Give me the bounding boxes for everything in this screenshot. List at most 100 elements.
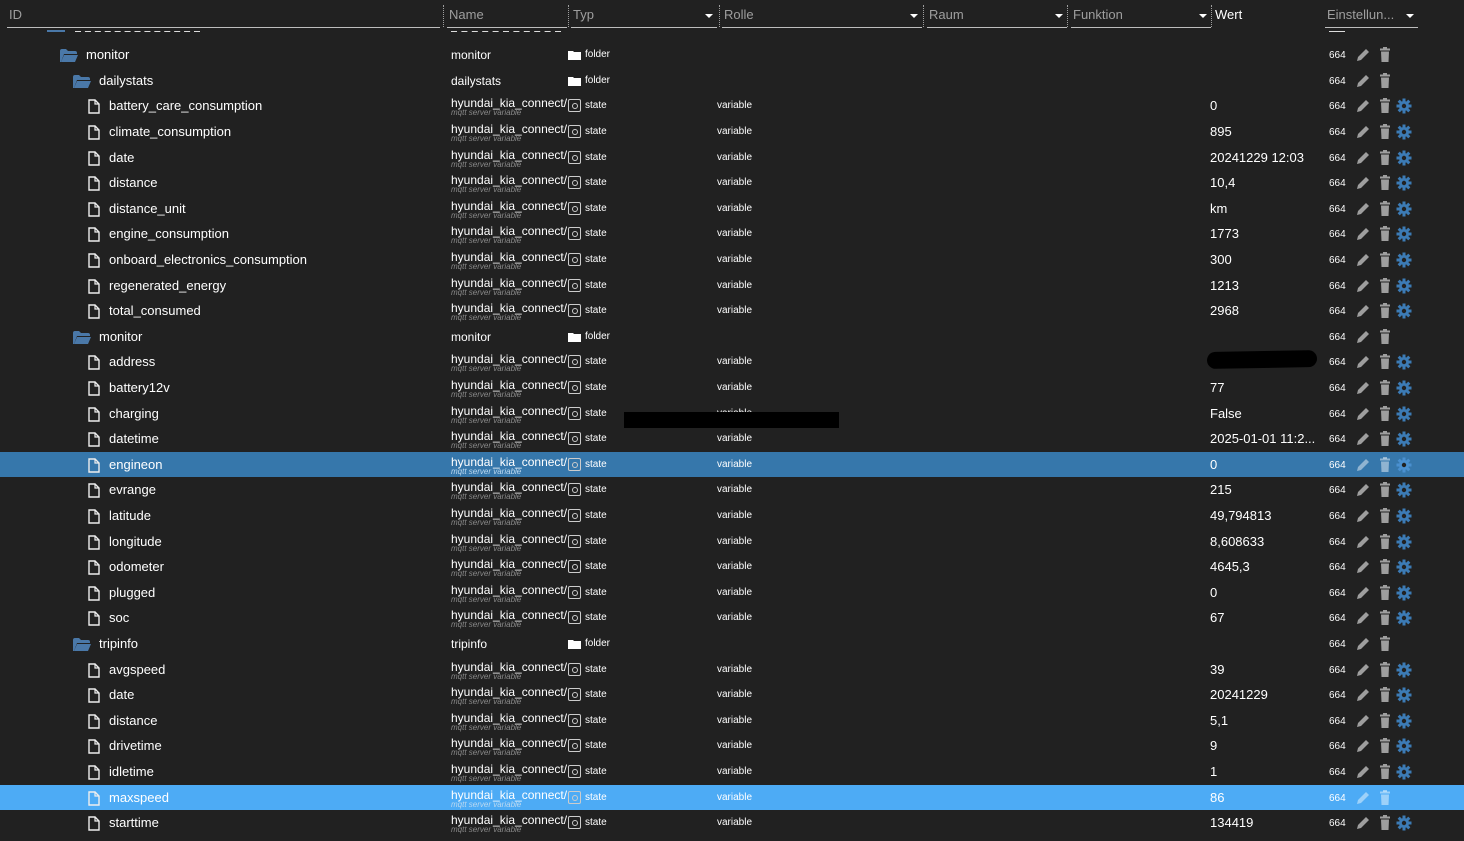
tree-state-row[interactable]: maxspeed hyundai_kia_connect/KI mqtt serve… [0,785,1464,810]
id-cell[interactable]: avgspeed [88,657,165,682]
tree-state-row[interactable]: engineon hyundai_kia_connect/KI mqtt serve… [0,452,1464,477]
settings-gear-icon[interactable] [1396,201,1412,217]
edit-icon[interactable] [1355,508,1371,524]
settings-gear-icon[interactable] [1396,303,1412,319]
folder-open-icon[interactable] [60,48,78,62]
edit-icon[interactable] [1355,585,1371,601]
edit-icon[interactable] [1355,457,1371,473]
tree-state-row[interactable]: onboard_electronics_consumption hyundai_k… [0,247,1464,272]
tree-state-row[interactable]: latitude hyundai_kia_connect/KI mqtt serve… [0,503,1464,528]
tree-state-row[interactable]: distance hyundai_kia_connect/KI mqtt serve… [0,170,1464,195]
delete-icon[interactable] [1377,534,1393,550]
tree-state-row[interactable]: longitude hyundai_kia_connect/KI mqtt serv… [0,529,1464,554]
settings-gear-icon[interactable] [1396,226,1412,242]
object-value[interactable]: 5,1 [1210,713,1228,728]
dropdown-caret-icon[interactable] [1406,14,1414,18]
id-cell[interactable]: datetime [88,426,159,451]
edit-icon[interactable] [1355,687,1371,703]
object-value[interactable]: 300 [1210,252,1232,267]
object-value[interactable]: 0 [1210,585,1217,600]
dropdown-caret-icon[interactable] [1199,14,1207,18]
tree-state-row[interactable]: plugged hyundai_kia_connect/KI mqtt server… [0,580,1464,605]
settings-gear-icon[interactable] [1396,354,1412,370]
settings-gear-icon[interactable] [1396,508,1412,524]
delete-icon[interactable] [1377,150,1393,166]
edit-icon[interactable] [1355,329,1371,345]
object-value[interactable]: 134419 [1210,815,1253,830]
tree-folder-row[interactable]: monitor monitor folder 664 [0,324,1464,349]
tree-state-row[interactable]: engine_consumption hyundai_kia_connect/KI… [0,221,1464,246]
delete-icon[interactable] [1377,764,1393,780]
tree-state-row[interactable]: battery_care_consumption hyundai_kia_conn… [0,93,1464,118]
id-cell[interactable]: distance [88,708,157,733]
settings-gear-icon[interactable] [1396,380,1412,396]
settings-gear-icon[interactable] [1396,98,1412,114]
settings-gear-icon[interactable] [1396,738,1412,754]
object-value[interactable]: 9 [1210,738,1217,753]
object-value[interactable]: 49,794813 [1210,508,1271,523]
id-cell[interactable]: monitor [73,324,142,349]
id-cell[interactable]: maxspeed [88,785,169,810]
delete-icon[interactable] [1377,713,1393,729]
settings-gear-icon[interactable] [1396,585,1412,601]
settings-gear-icon[interactable] [1396,687,1412,703]
column-resizer[interactable] [1067,5,1068,27]
id-cell[interactable]: address [88,349,155,374]
edit-icon[interactable] [1355,764,1371,780]
delete-icon[interactable] [1377,790,1393,806]
tree-state-row[interactable]: date hyundai_kia_connect/KI mqtt server va… [0,682,1464,707]
column-resizer[interactable] [443,5,444,27]
delete-icon[interactable] [1377,329,1393,345]
tree-state-row[interactable]: drivetime hyundai_kia_connect/KI mqtt serv… [0,733,1464,758]
delete-icon[interactable] [1377,201,1393,217]
edit-icon[interactable] [1355,636,1371,652]
delete-icon[interactable] [1377,662,1393,678]
delete-icon[interactable] [1377,124,1393,140]
delete-icon[interactable] [1377,610,1393,626]
edit-icon[interactable] [1355,380,1371,396]
id-cell[interactable]: charging [88,401,159,426]
id-cell[interactable]: climate_consumption [88,119,231,144]
edit-icon[interactable] [1355,73,1371,89]
delete-icon[interactable] [1377,431,1393,447]
id-cell[interactable]: distance_unit [88,196,186,221]
id-cell[interactable]: idletime [88,759,154,784]
column-header-function[interactable]: Funktion [1071,5,1211,28]
delete-icon[interactable] [1377,559,1393,575]
edit-icon[interactable] [1355,201,1371,217]
id-cell[interactable]: date [88,145,134,170]
object-value[interactable]: km [1210,201,1227,216]
edit-icon[interactable] [1355,354,1371,370]
column-resizer[interactable] [923,5,924,27]
folder-open-icon[interactable] [73,74,91,88]
edit-icon[interactable] [1355,124,1371,140]
edit-icon[interactable] [1355,431,1371,447]
edit-icon[interactable] [1355,790,1371,806]
folder-open-icon[interactable] [73,637,91,651]
object-value[interactable]: 1 [1210,764,1217,779]
edit-icon[interactable] [1355,252,1371,268]
settings-gear-icon[interactable] [1396,559,1412,575]
edit-icon[interactable] [1355,303,1371,319]
object-value[interactable]: 0 [1210,98,1217,113]
column-header-role[interactable]: Rolle [722,5,922,28]
id-cell[interactable]: date [88,682,134,707]
edit-icon[interactable] [1355,559,1371,575]
id-cell[interactable]: soc [88,605,129,630]
tree-state-row[interactable]: soc hyundai_kia_connect/KI mqtt server var… [0,605,1464,630]
edit-icon[interactable] [1355,175,1371,191]
tree-state-row[interactable]: total_consumed hyundai_kia_connect/KI mqtt… [0,298,1464,323]
object-value[interactable]: 67 [1210,610,1224,625]
delete-icon[interactable] [1377,508,1393,524]
object-value[interactable]: 77 [1210,380,1224,395]
settings-gear-icon[interactable] [1396,534,1412,550]
delete-icon[interactable] [1377,354,1393,370]
column-resizer[interactable] [1211,5,1212,27]
id-cell[interactable]: onboard_electronics_consumption [88,247,307,272]
id-cell[interactable]: total_consumed [88,298,201,323]
edit-icon[interactable] [1355,610,1371,626]
folder-open-icon[interactable] [73,330,91,344]
edit-icon[interactable] [1355,226,1371,242]
delete-icon[interactable] [1377,380,1393,396]
delete-icon[interactable] [1377,303,1393,319]
